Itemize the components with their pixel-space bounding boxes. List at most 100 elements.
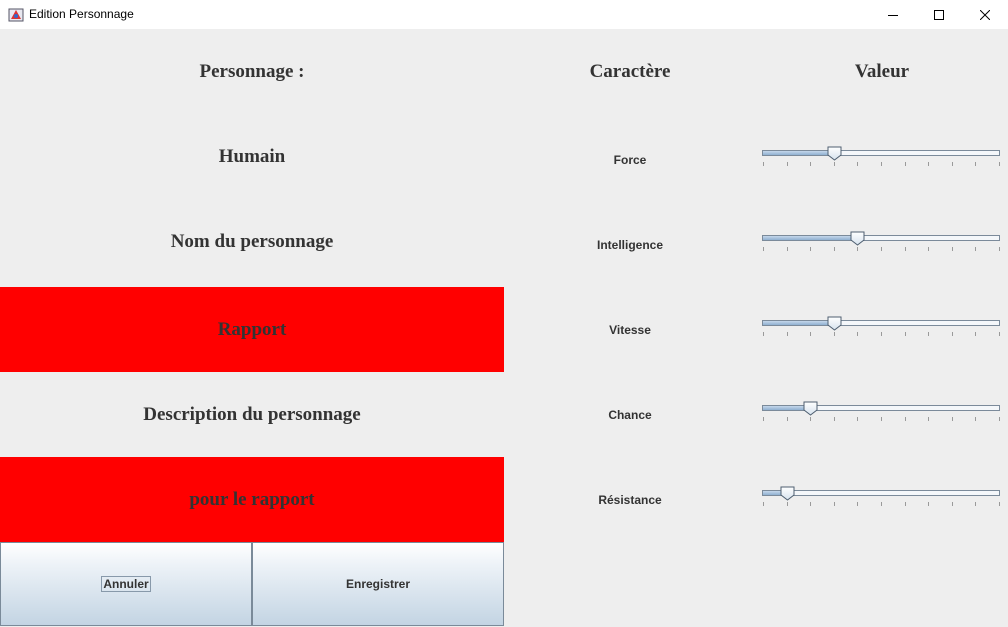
slider-force[interactable] [762,146,1000,180]
slider-ticks [762,332,1000,338]
slider-tick [904,502,906,506]
close-button[interactable] [962,0,1008,29]
trait-label-force: Force [613,152,647,167]
save-button[interactable]: Enregistrer [252,542,504,626]
slider-tick [975,502,977,506]
slider-track[interactable] [762,235,1000,241]
slider-tick [810,417,812,421]
slider-tick [951,502,953,506]
slider-thumb[interactable] [780,486,795,501]
slider-tick [833,247,835,251]
slider-tick [881,247,882,251]
description-report-field: pour le rapport [0,457,504,542]
slider-tick [951,417,953,421]
minimize-button[interactable] [870,0,916,29]
slider-track[interactable] [762,490,1000,496]
slider-fill [763,321,834,325]
slider-tick [763,247,764,251]
editor-content: Personnage : Humain Nom du personnage Ra… [0,29,1008,627]
maximize-button[interactable] [916,0,962,29]
close-icon [980,9,990,20]
value-header: Valeur [854,60,910,82]
slider-tick [763,162,764,166]
title-bar: Edition Personnage [0,0,1008,29]
slider-ticks [762,502,1000,508]
slider-tick [881,162,882,166]
slider-tick [928,247,930,251]
trait-header: Caractère [589,60,671,82]
slider-tick [904,162,906,166]
name-report-field: Rapport [0,287,504,372]
slider-tick [881,502,882,506]
cancel-button-label: Annuler [101,576,151,592]
slider-tick [833,332,835,336]
slider-vitesse[interactable] [762,316,1000,350]
slider-tick [833,502,835,506]
slider-chance[interactable] [762,401,1000,435]
slider-tick [999,162,1000,166]
trait-label-vitesse: Vitesse [609,322,651,337]
slider-tick [999,332,1000,336]
trait-label-resistance: Résistance [598,492,662,507]
slider-fill [763,151,834,155]
slider-tick [810,162,812,166]
slider-tick [833,162,835,166]
slider-tick [786,502,788,506]
slider-ticks [762,247,1000,253]
slider-tick [928,332,930,336]
name-label: Nom du personnage [170,230,334,252]
slider-tick [833,417,835,421]
slider-thumb[interactable] [803,401,818,416]
slider-tick [928,502,930,506]
slider-tick [999,502,1000,506]
slider-thumb[interactable] [827,146,842,161]
slider-ticks [762,417,1000,423]
cancel-button[interactable]: Annuler [0,542,252,626]
slider-tick [999,247,1000,251]
slider-fill [763,236,858,240]
slider-tick [975,247,977,251]
slider-tick [881,417,882,421]
slider-thumb[interactable] [850,231,865,246]
slider-tick [857,502,859,506]
personnage-header: Personnage : [199,60,305,82]
slider-tick [951,332,953,336]
slider-tick [975,332,977,336]
slider-resistance[interactable] [762,486,1000,520]
description-label: Description du personnage [143,403,361,425]
slider-tick [881,332,882,336]
slider-track[interactable] [762,150,1000,156]
trait-label-chance: Chance [608,407,652,422]
slider-tick [928,162,930,166]
slider-tick [763,332,764,336]
slider-tick [975,162,977,166]
trait-label-intelligence: Intelligence [596,237,664,252]
slider-intelligence[interactable] [762,231,1000,265]
slider-tick [951,162,953,166]
slider-track[interactable] [762,405,1000,411]
race-label: Humain [218,145,286,167]
minimize-icon [888,14,898,16]
slider-tick [857,332,859,336]
slider-tick [951,247,953,251]
slider-tick [857,417,859,421]
slider-tick [786,247,788,251]
slider-track[interactable] [762,320,1000,326]
slider-tick [857,162,859,166]
maximize-icon [934,9,944,20]
slider-tick [904,417,906,421]
slider-tick [999,417,1000,421]
slider-tick [810,502,812,506]
window-title: Edition Personnage [29,7,134,21]
slider-tick [763,417,764,421]
slider-tick [786,332,788,336]
slider-tick [810,332,812,336]
slider-tick [928,417,930,421]
save-button-label: Enregistrer [345,577,411,591]
slider-thumb[interactable] [827,316,842,331]
java-app-icon [8,6,24,22]
slider-ticks [762,162,1000,168]
slider-tick [904,332,906,336]
slider-tick [857,247,859,251]
slider-tick [763,502,764,506]
